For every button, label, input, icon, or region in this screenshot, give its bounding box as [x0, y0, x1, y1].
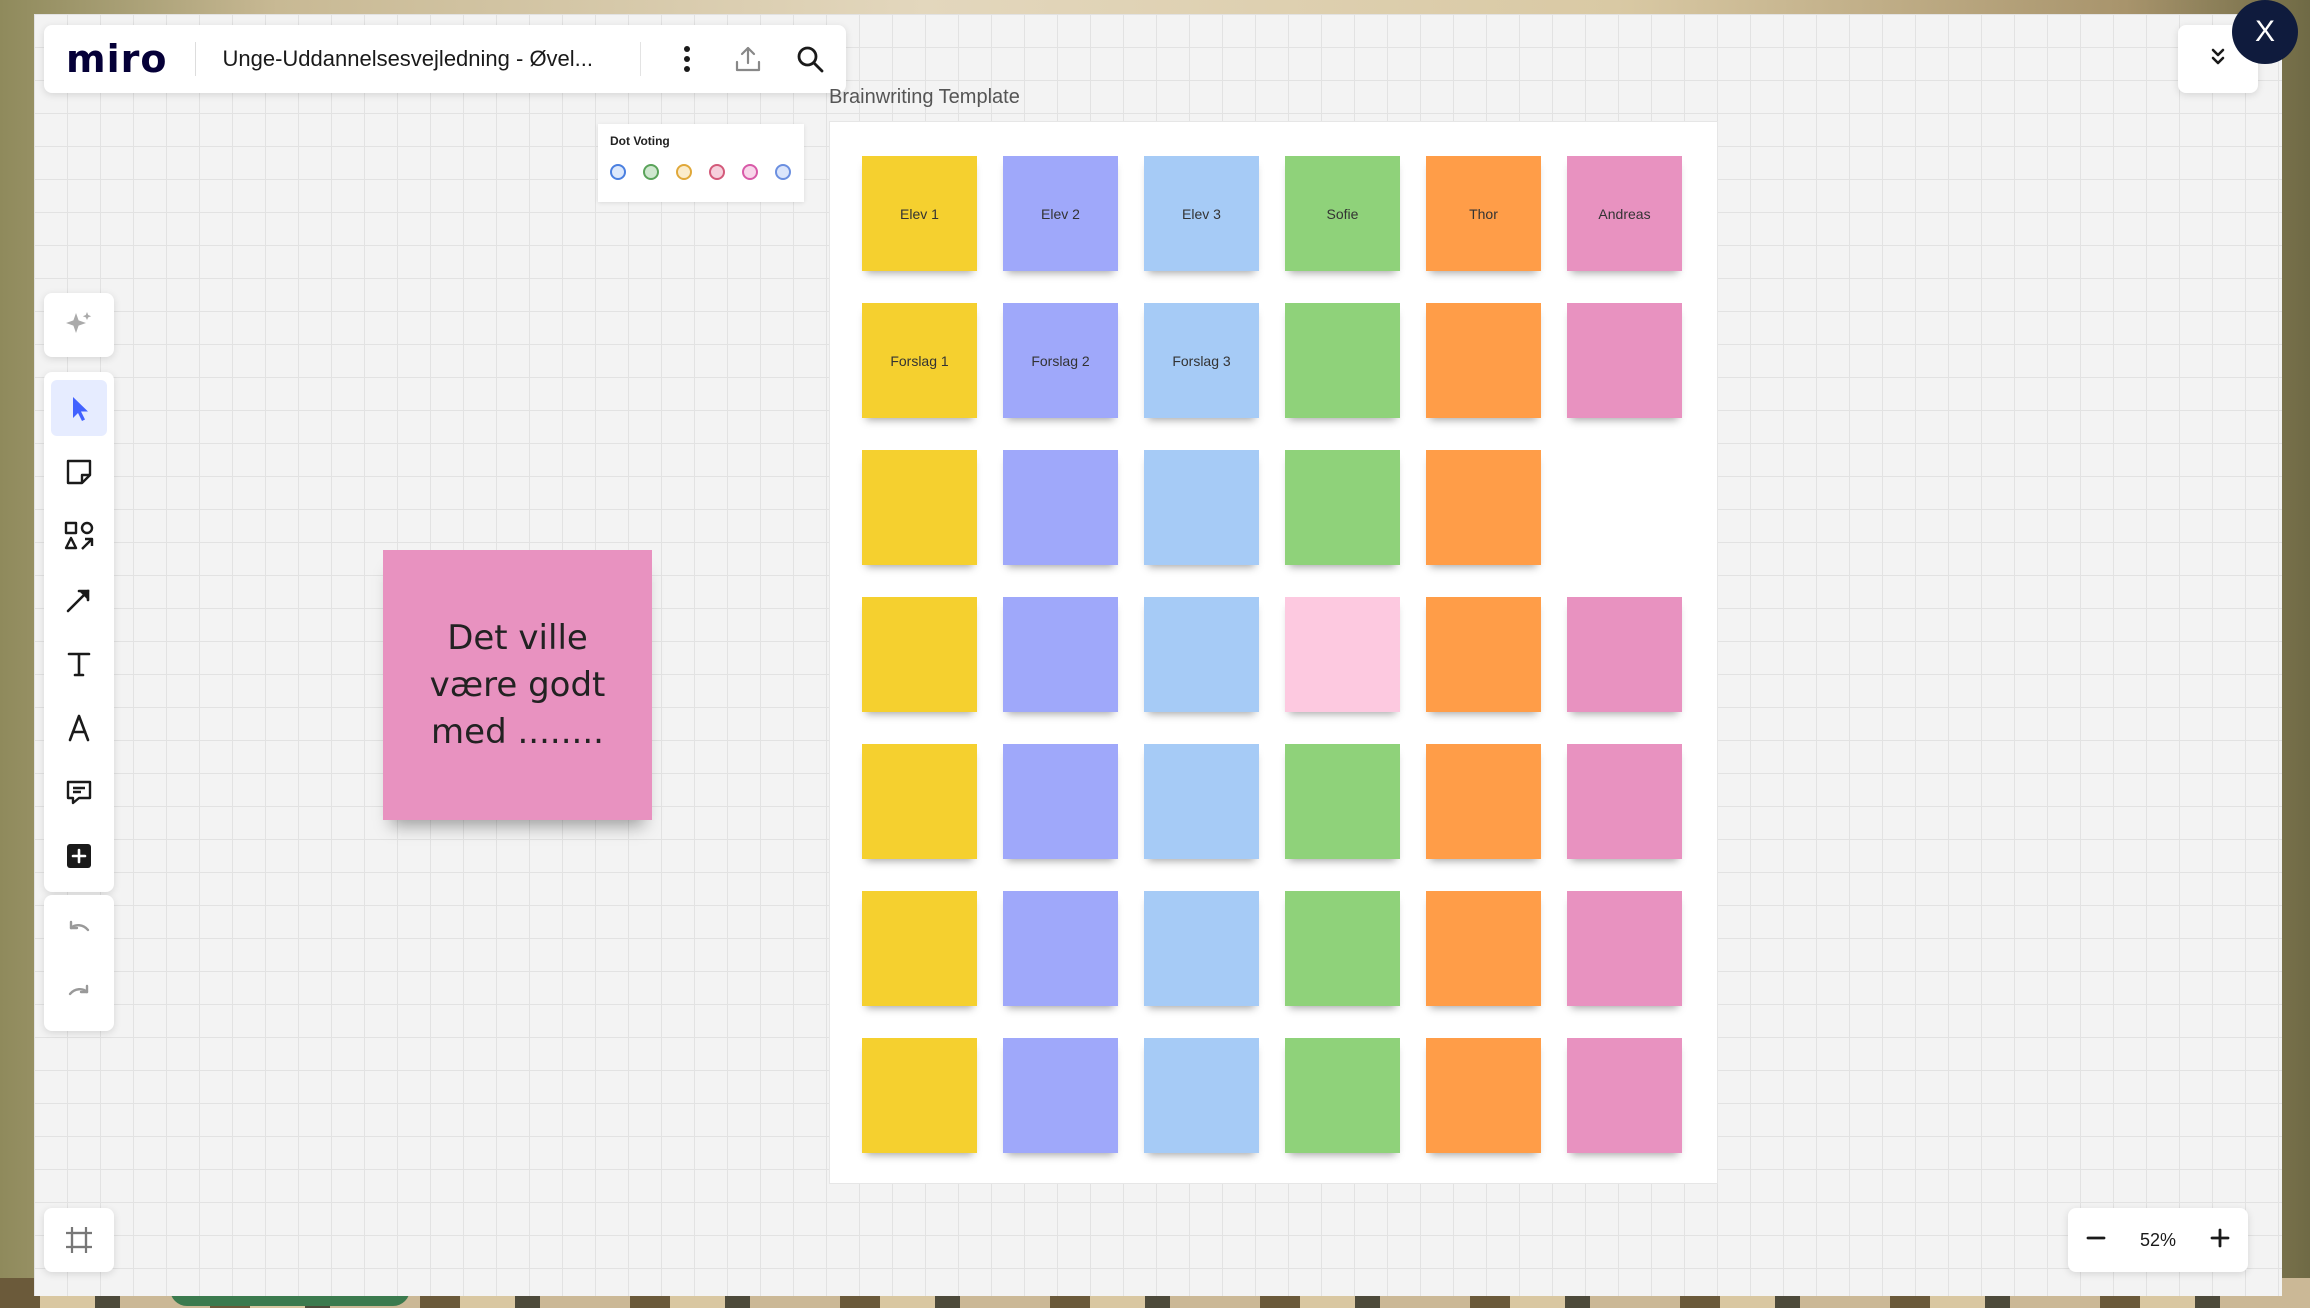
pen-icon[interactable] — [51, 700, 107, 756]
sticky-note[interactable] — [1426, 597, 1541, 712]
dot-voting-colors — [610, 164, 808, 180]
sticky-note[interactable] — [1285, 597, 1400, 712]
sticky-note-text: Sofie — [1326, 205, 1359, 222]
sticky-note-icon[interactable] — [51, 444, 107, 500]
comment-icon[interactable] — [51, 764, 107, 820]
sticky-note[interactable] — [1285, 891, 1400, 1006]
sticky-note[interactable]: Thor — [1426, 156, 1541, 271]
sticky-note[interactable]: Andreas — [1567, 156, 1682, 271]
add-more-icon[interactable] — [51, 828, 107, 884]
redo-icon[interactable] — [51, 967, 107, 1023]
miro-logo[interactable]: miro — [66, 37, 185, 81]
sticky-note[interactable]: Sofie — [1285, 156, 1400, 271]
sticky-note-text: Andreas — [1598, 205, 1651, 222]
board-title[interactable]: Unge-Uddannelsesvejledning - Øvel... — [222, 46, 615, 72]
undo-icon[interactable] — [51, 903, 107, 959]
vote-dot[interactable] — [742, 164, 758, 180]
sticky-note[interactable]: Forslag 2 — [1003, 303, 1118, 418]
sticky-note[interactable] — [862, 450, 977, 565]
upload-icon[interactable] — [722, 33, 774, 85]
chevrons-down-icon — [2208, 46, 2228, 73]
sticky-note-text: Elev 3 — [1182, 205, 1221, 222]
brainwriting-frame[interactable]: Elev 1 Elev 2 Elev 3 Sofie Thor Andreas Forsla… — [829, 121, 1718, 1184]
sticky-note-text: Forslag 2 — [1031, 352, 1090, 369]
sticky-note[interactable] — [1567, 891, 1682, 1006]
sticky-note[interactable] — [1285, 744, 1400, 859]
sticky-note[interactable] — [862, 744, 977, 859]
vote-dot[interactable] — [775, 164, 791, 180]
history-toolbar — [44, 895, 114, 1031]
divider — [195, 42, 197, 76]
sticky-note[interactable] — [1567, 744, 1682, 859]
dot-voting-title: Dot Voting — [610, 134, 670, 148]
sticky-note[interactable] — [1567, 597, 1682, 712]
divider — [639, 42, 641, 76]
sticky-note[interactable] — [1144, 891, 1259, 1006]
more-vertical-icon[interactable] — [661, 33, 713, 85]
frames-icon[interactable] — [51, 1212, 107, 1268]
sticky-note[interactable] — [1144, 1038, 1259, 1153]
sticky-note[interactable] — [1003, 1038, 1118, 1153]
connector-line-icon[interactable] — [51, 572, 107, 628]
sticky-note-text: Forslag 3 — [1172, 352, 1231, 369]
ai-toolbar — [44, 293, 114, 357]
zoom-out-button[interactable] — [2085, 1227, 2107, 1254]
frame-title[interactable]: Brainwriting Template — [829, 86, 1020, 109]
sticky-note[interactable]: Forslag 3 — [1144, 303, 1259, 418]
sticky-note[interactable] — [1285, 303, 1400, 418]
sticky-note[interactable]: Elev 2 — [1003, 156, 1118, 271]
sticky-note-text: Elev 1 — [900, 205, 939, 222]
zoom-controls: 52% — [2068, 1208, 2248, 1272]
sticky-note[interactable] — [1003, 450, 1118, 565]
sticky-note[interactable] — [1144, 450, 1259, 565]
vote-dot[interactable] — [709, 164, 725, 180]
sticky-note-text: Forslag 1 — [890, 352, 949, 369]
vote-dot[interactable] — [610, 164, 626, 180]
sticky-note[interactable] — [1285, 1038, 1400, 1153]
sticky-note[interactable] — [1567, 303, 1682, 418]
sticky-note-text: Elev 2 — [1041, 205, 1080, 222]
zoom-level[interactable]: 52% — [2140, 1230, 2176, 1251]
sticky-note[interactable] — [1003, 744, 1118, 859]
vote-dot[interactable] — [643, 164, 659, 180]
sticky-note-text: Thor — [1469, 205, 1498, 222]
frames-toolbar — [44, 1208, 114, 1272]
sticky-note-large[interactable]: Det ville være godt med ........ — [383, 550, 652, 820]
sticky-note[interactable] — [1426, 1038, 1541, 1153]
sticky-note[interactable] — [1426, 744, 1541, 859]
top-bar: miro Unge-Uddannelsesvejledning - Øvel..… — [44, 25, 846, 93]
sticky-note[interactable] — [1003, 597, 1118, 712]
sticky-note[interactable] — [1285, 450, 1400, 565]
text-icon[interactable] — [51, 636, 107, 692]
sticky-note[interactable] — [1426, 450, 1541, 565]
vote-dot[interactable] — [676, 164, 692, 180]
sparkle-ai-icon[interactable] — [51, 297, 107, 353]
sticky-note[interactable] — [862, 1038, 977, 1153]
sticky-note[interactable] — [1426, 303, 1541, 418]
creation-toolbar — [44, 372, 114, 892]
sticky-note[interactable] — [1003, 891, 1118, 1006]
sticky-note[interactable] — [1567, 1038, 1682, 1153]
zoom-in-button[interactable] — [2209, 1227, 2231, 1254]
sticky-note[interactable]: Elev 3 — [1144, 156, 1259, 271]
sticky-note[interactable] — [862, 597, 977, 712]
sticky-note[interactable] — [862, 891, 977, 1006]
sticky-note[interactable]: Elev 1 — [862, 156, 977, 271]
shapes-icon[interactable] — [51, 508, 107, 564]
sticky-note[interactable] — [1144, 744, 1259, 859]
sticky-note[interactable] — [1144, 597, 1259, 712]
search-icon[interactable] — [784, 33, 836, 85]
select-cursor-icon[interactable] — [51, 380, 107, 436]
sticky-note[interactable] — [1426, 891, 1541, 1006]
sticky-note-text: Det ville være godt med ........ — [429, 617, 606, 752]
dot-voting-widget[interactable]: Dot Voting — [598, 124, 804, 202]
close-button[interactable]: X — [2232, 0, 2298, 64]
sticky-note[interactable]: Forslag 1 — [862, 303, 977, 418]
